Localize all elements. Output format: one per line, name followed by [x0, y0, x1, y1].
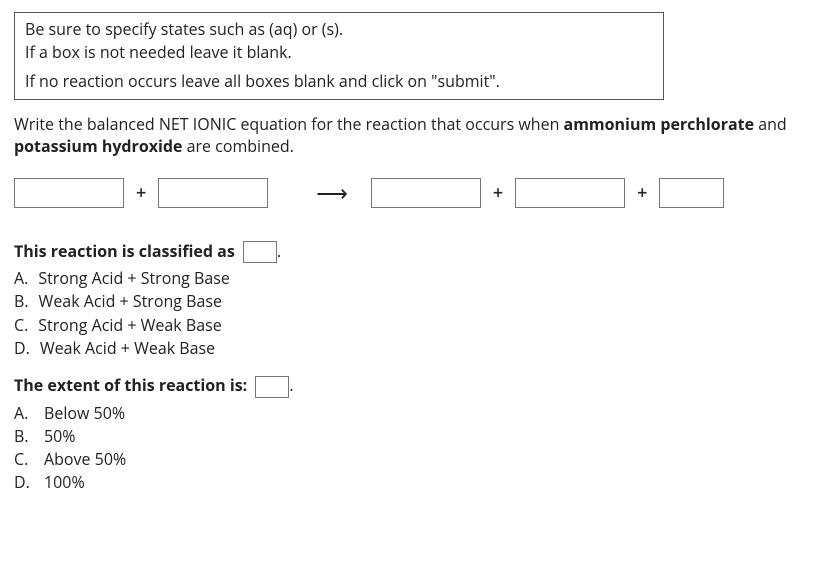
option-text: Weak Acid + Weak Base	[40, 337, 215, 360]
classification-option-c: C. Strong Acid + Weak Base	[14, 314, 811, 337]
extent-option-c: C. Above 50%	[14, 448, 811, 471]
prompt-suffix: are combined.	[182, 135, 293, 157]
plus-1: +	[132, 181, 150, 205]
extent-label: The extent of this reaction is:	[14, 374, 247, 396]
instruction-box: Be sure to specify states such as (aq) o…	[14, 12, 664, 100]
product-3-input[interactable]	[659, 178, 724, 208]
extent-option-d: D. 100%	[14, 471, 811, 494]
classification-section: This reaction is classified as . A. Stro…	[14, 240, 811, 360]
classification-option-a: A. Strong Acid + Strong Base	[14, 267, 811, 290]
plus-2: +	[489, 181, 507, 205]
option-text: Strong Acid + Weak Base	[38, 314, 221, 337]
option-letter: C.	[14, 314, 28, 337]
extent-option-b: B. 50%	[14, 425, 811, 448]
option-letter: B.	[14, 290, 29, 313]
extent-input[interactable]	[255, 376, 289, 398]
option-text: Weak Acid + Strong Base	[39, 290, 222, 313]
reactant-2-input[interactable]	[158, 178, 268, 208]
instruction-line-2: If a box is not needed leave it blank.	[25, 42, 653, 63]
prompt-bold-2: potassium hydroxide	[14, 135, 182, 157]
product-2-input[interactable]	[515, 178, 625, 208]
instruction-line-3: If no reaction occurs leave all boxes bl…	[25, 71, 653, 92]
option-letter: A.	[14, 402, 34, 425]
classification-input[interactable]	[243, 241, 277, 263]
instruction-line-1: Be sure to specify states such as (aq) o…	[25, 19, 653, 40]
classification-option-b: B. Weak Acid + Strong Base	[14, 290, 811, 313]
prompt-prefix: Write the balanced NET IONIC equation fo…	[14, 113, 564, 135]
option-text: Above 50%	[44, 448, 126, 471]
option-letter: D.	[14, 471, 34, 494]
classification-option-d: D. Weak Acid + Weak Base	[14, 337, 811, 360]
extent-section: The extent of this reaction is: . A. Bel…	[14, 374, 811, 494]
product-1-input[interactable]	[371, 178, 481, 208]
option-letter: A.	[14, 267, 28, 290]
classification-period: .	[277, 240, 281, 262]
option-letter: C.	[14, 448, 34, 471]
option-text: 100%	[44, 471, 85, 494]
plus-3: +	[633, 181, 651, 205]
option-text: 50%	[44, 425, 76, 448]
reactant-1-input[interactable]	[14, 178, 124, 208]
extent-options: A. Below 50% B. 50% C. Above 50% D. 100%	[14, 402, 811, 495]
extent-period: .	[289, 374, 293, 396]
option-letter: D.	[14, 337, 30, 360]
extent-option-a: A. Below 50%	[14, 402, 811, 425]
prompt-mid: and	[754, 113, 787, 135]
prompt-bold-1: ammonium perchlorate	[564, 113, 754, 135]
question-prompt: Write the balanced NET IONIC equation fo…	[14, 114, 811, 157]
equation-row: + ⟶ + +	[14, 178, 811, 208]
option-text: Below 50%	[44, 402, 125, 425]
classification-options: A. Strong Acid + Strong Base B. Weak Aci…	[14, 267, 811, 360]
option-text: Strong Acid + Strong Base	[38, 267, 230, 290]
reaction-arrow: ⟶	[276, 178, 363, 208]
option-letter: B.	[14, 425, 34, 448]
classification-label: This reaction is classified as	[14, 240, 235, 262]
